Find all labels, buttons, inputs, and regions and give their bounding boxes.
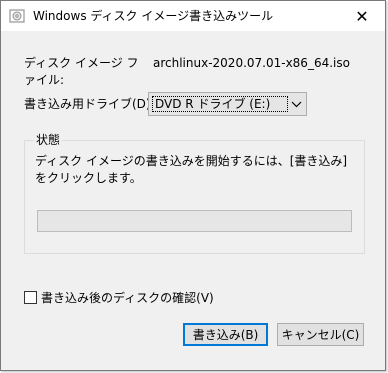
burn-tool-dialog: Windows ディスク イメージ書き込みツール ✕ ディスク イメージ ファイ… — [0, 0, 386, 371]
verify-checkbox[interactable]: 書き込み後のディスクの確認(V) — [24, 289, 214, 305]
disk-image-file-label: ディスク イメージ ファイル: — [24, 56, 139, 87]
disk-image-file-value: archlinux-2020.07.01-x86_64.iso — [153, 56, 350, 70]
cancel-button[interactable]: キャンセル(C) — [277, 323, 364, 346]
title-bar[interactable]: Windows ディスク イメージ書き込みツール ✕ — [1, 1, 385, 31]
close-icon: ✕ — [355, 6, 369, 26]
drive-select-value: DVD R ドライブ (E:) — [155, 97, 271, 111]
write-button[interactable]: 書き込み(B) — [183, 323, 268, 346]
disc-image-icon — [9, 8, 25, 24]
drive-select[interactable]: DVD R ドライブ (E:) — [148, 92, 307, 116]
status-group-legend: 状態 — [34, 132, 63, 148]
window-title: Windows ディスク イメージ書き込みツール — [33, 9, 274, 23]
progress-bar — [37, 210, 352, 232]
drive-label: 書き込み用ドライブ(D): — [24, 97, 155, 111]
verify-label[interactable]: 書き込み後のディスクの確認(V) — [41, 289, 214, 306]
chevron-down-icon — [291, 98, 302, 110]
checkbox-box[interactable] — [24, 290, 37, 304]
close-button[interactable]: ✕ — [339, 1, 385, 31]
status-message: ディスク イメージの書き込みを開始するには、[書き込み] をクリックします。 — [35, 154, 348, 185]
